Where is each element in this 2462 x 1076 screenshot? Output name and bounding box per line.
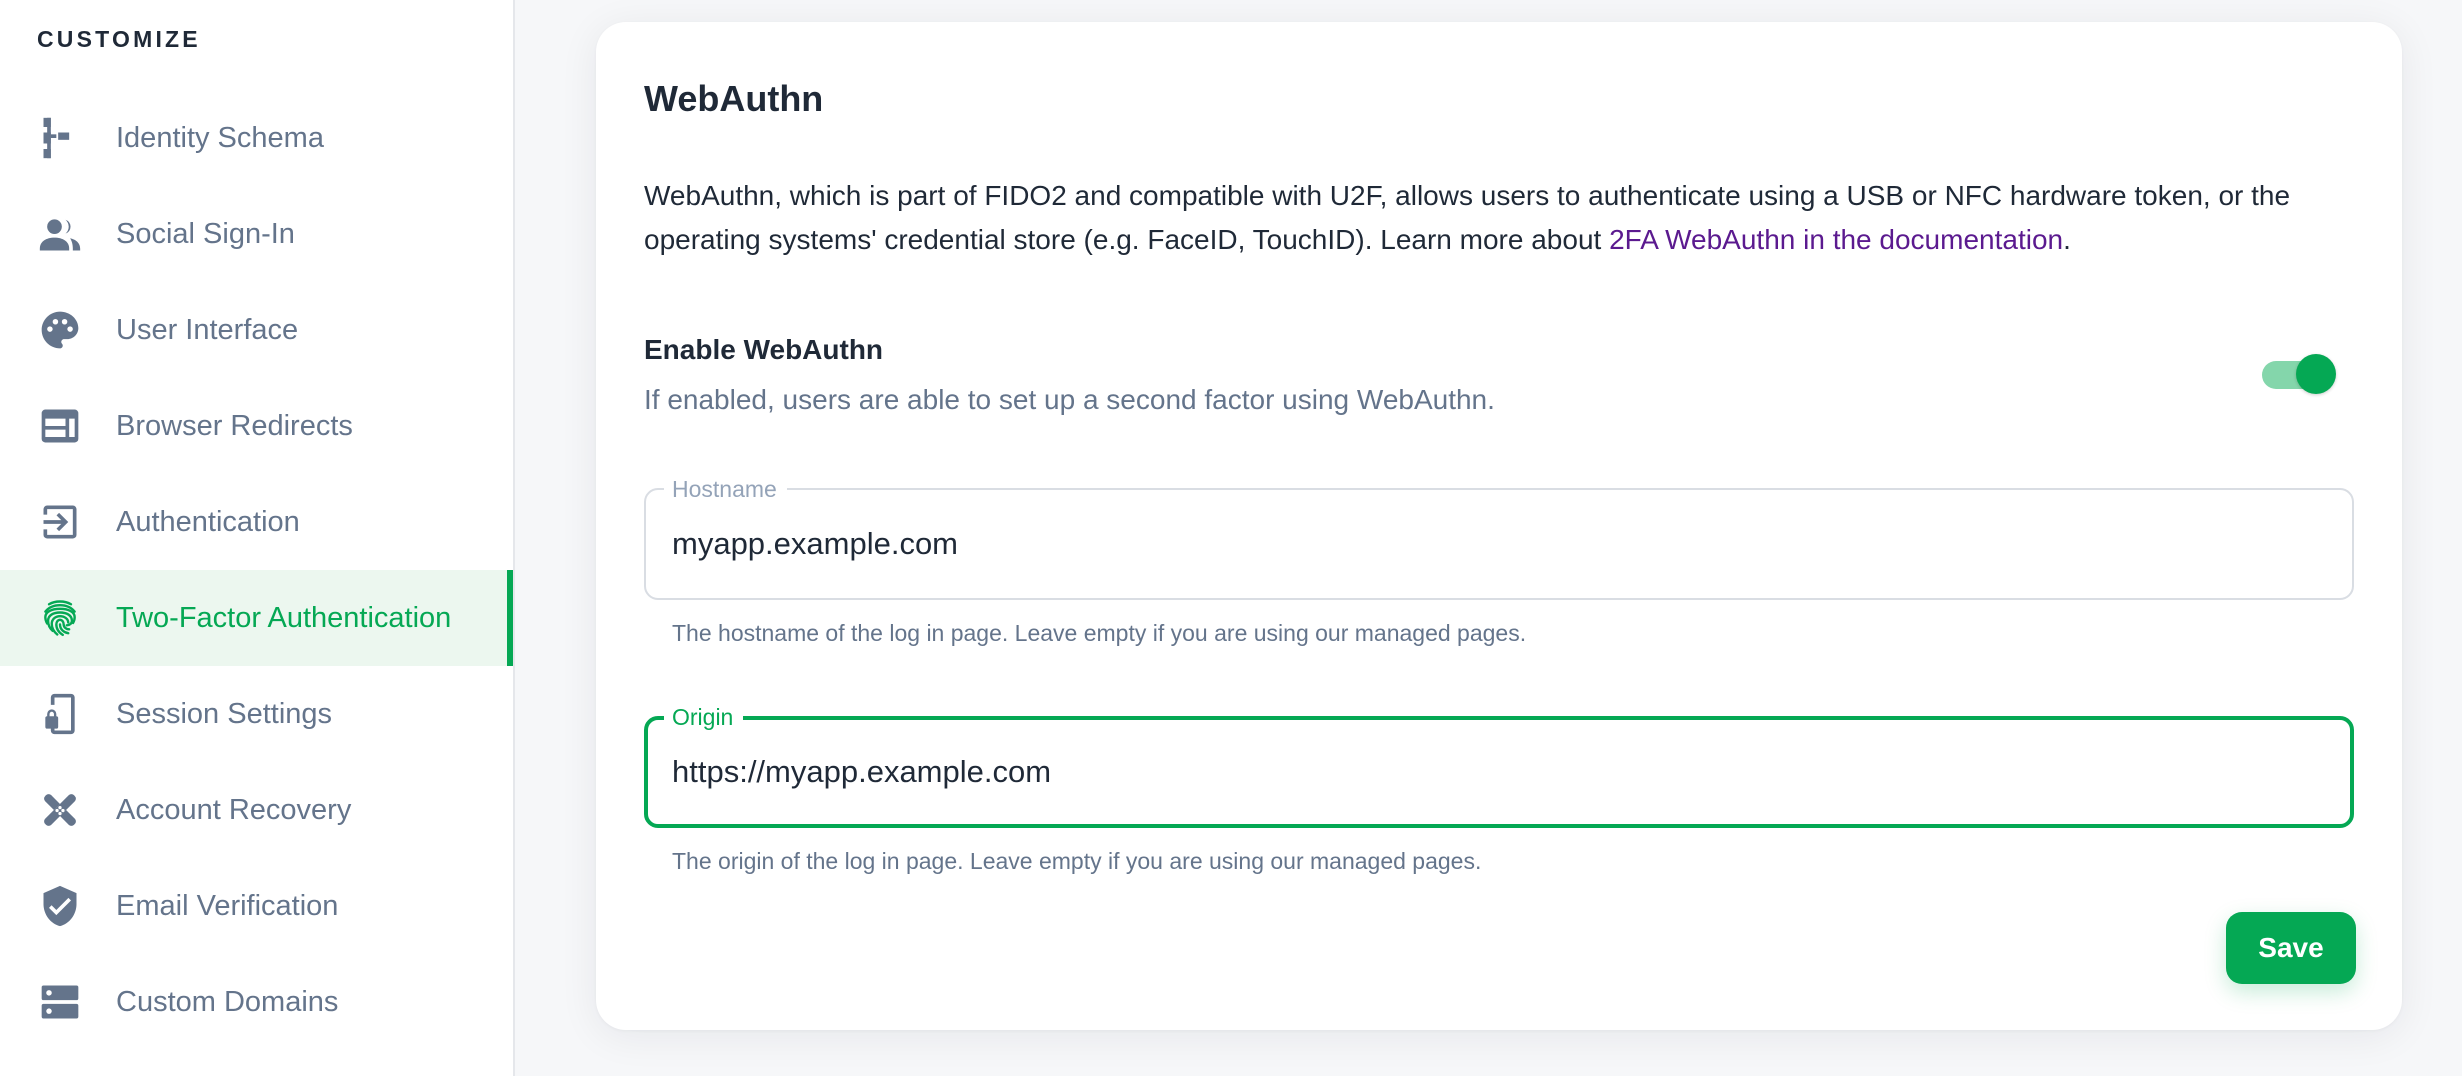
page-title: WebAuthn: [644, 78, 824, 119]
hostname-helper-text: The hostname of the log in page. Leave e…: [672, 620, 1527, 646]
sidebar-item-label: Email Verification: [116, 889, 339, 922]
schema-icon: [38, 116, 82, 160]
sidebar-item-identity-schema[interactable]: Identity Schema: [0, 90, 513, 186]
webauthn-card: WebAuthn WebAuthn, which is part of FIDO…: [596, 22, 2402, 1030]
hostname-label: Hostname: [664, 476, 787, 502]
fingerprint-icon: [38, 596, 82, 640]
sidebar-item-label: Social Sign-In: [116, 217, 295, 250]
sidebar-nav: Identity Schema Social Sign-In User Inte…: [0, 90, 513, 1050]
sidebar-item-label: Custom Domains: [116, 985, 339, 1018]
users-icon: [38, 212, 82, 256]
origin-label: Origin: [664, 704, 744, 730]
hostname-input[interactable]: [672, 524, 2312, 564]
enable-webauthn-title: Enable WebAuthn: [644, 334, 884, 365]
save-button[interactable]: Save: [2226, 912, 2356, 984]
description-suffix: .: [2063, 224, 2071, 255]
enable-webauthn-description: If enabled, users are able to set up a s…: [644, 384, 1495, 415]
sidebar-item-browser-redirects[interactable]: Browser Redirects: [0, 378, 513, 474]
origin-helper-text: The origin of the log in page. Leave emp…: [672, 848, 1482, 874]
browser-window-icon: [38, 404, 82, 448]
sidebar-item-label: Account Recovery: [116, 793, 352, 826]
sidebar-heading: CUSTOMIZE: [37, 26, 201, 52]
sidebar-item-session-settings[interactable]: Session Settings: [0, 666, 513, 762]
origin-input[interactable]: [672, 752, 2312, 792]
sidebar-item-user-interface[interactable]: User Interface: [0, 282, 513, 378]
shield-check-icon: [38, 884, 82, 928]
webauthn-description: WebAuthn, which is part of FIDO2 and com…: [644, 174, 2364, 262]
toggle-thumb: [2296, 354, 2336, 394]
sidebar-item-social-sign-in[interactable]: Social Sign-In: [0, 186, 513, 282]
bandage-icon: [38, 788, 82, 832]
sidebar-item-custom-domains[interactable]: Custom Domains: [0, 954, 513, 1050]
sidebar-item-email-verification[interactable]: Email Verification: [0, 858, 513, 954]
hostname-field: Hostname: [644, 476, 2354, 600]
sidebar-item-authentication[interactable]: Authentication: [0, 474, 513, 570]
sidebar-item-label: User Interface: [116, 313, 299, 346]
sidebar-item-label: Authentication: [116, 505, 300, 538]
sign-in-icon: [38, 500, 82, 544]
documentation-link[interactable]: 2FA WebAuthn in the documentation: [1609, 224, 2063, 255]
sidebar: CUSTOMIZE Identity Schema Social Sign-In…: [0, 0, 515, 1076]
sidebar-item-label: Identity Schema: [116, 121, 324, 154]
server-icon: [38, 980, 82, 1024]
phone-lock-icon: [38, 692, 82, 736]
palette-icon: [38, 308, 82, 352]
enable-webauthn-toggle[interactable]: [2262, 352, 2338, 396]
sidebar-item-label: Browser Redirects: [116, 409, 353, 442]
sidebar-item-account-recovery[interactable]: Account Recovery: [0, 762, 513, 858]
origin-field: Origin: [644, 704, 2354, 828]
sidebar-item-label: Session Settings: [116, 697, 333, 730]
sidebar-item-two-factor-authentication[interactable]: Two-Factor Authentication: [0, 570, 513, 666]
sidebar-item-label: Two-Factor Authentication: [116, 601, 452, 634]
